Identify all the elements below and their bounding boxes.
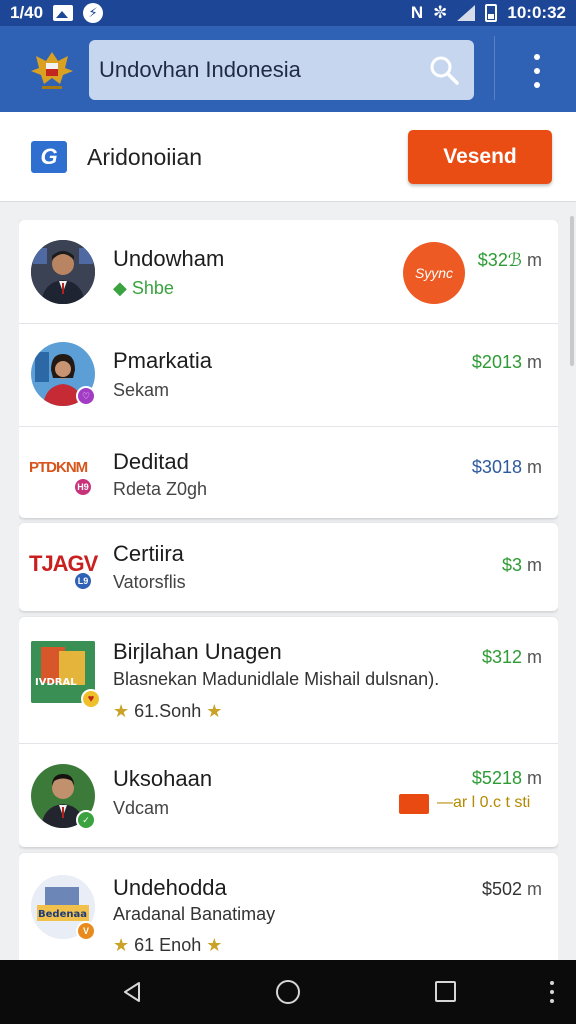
item-rating-text: 61.Sonh: [134, 701, 202, 721]
more-vert-icon[interactable]: [526, 54, 548, 88]
star-icon: ★: [113, 701, 130, 721]
app-bar-divider: [494, 36, 495, 100]
item-subtitle: Blasnekan Madunidlale Mishail dulsnan).: [113, 669, 440, 689]
item-rating-text: 61 Enoh: [134, 935, 202, 955]
item-price-value: $3: [501, 555, 522, 575]
list-item[interactable]: ♡ Pmarkatia Sekam $2013 m: [19, 324, 558, 426]
item-badge: H9: [73, 477, 93, 497]
item-subtitle: Vatorsflis: [113, 572, 186, 592]
item-price-unit: m: [527, 555, 542, 575]
item-price-value: $3018: [471, 457, 522, 477]
item-price: $3018 m: [472, 457, 542, 478]
subheader-title: Aridonoiian: [87, 144, 203, 170]
star-icon: ★: [206, 935, 223, 955]
item-price-unit: m: [527, 250, 542, 270]
list-card: Bedenaa V Undehodda Aradanal Banatimay ★…: [19, 853, 558, 960]
item-name: Certiira: [113, 541, 184, 566]
status-bar: 1/40 ⚡ N ✼ 10:0:32: [0, 0, 576, 26]
check-icon: ✓: [76, 810, 96, 830]
battery-icon: [485, 4, 498, 22]
vibrate-icon: ✼: [433, 3, 448, 22]
item-price: $312 m: [482, 647, 542, 668]
item-subtitle: Sekam: [113, 380, 170, 400]
item-price: $5218 m: [472, 768, 542, 789]
recents-icon[interactable]: [435, 981, 456, 1002]
item-name: Pmarkatia: [113, 348, 213, 373]
search-input[interactable]: Undovhan Indonesia: [89, 40, 474, 100]
g-icon: G: [31, 141, 67, 173]
list-item[interactable]: PTDKNM H9 Deditad Rdeta Z0gh $3018 m: [19, 427, 558, 518]
item-badge: ♡: [76, 386, 96, 406]
item-price-value: $502: [481, 879, 522, 899]
item-price-unit: m: [527, 352, 542, 372]
item-price: $502 m: [482, 879, 542, 900]
list-item[interactable]: IVDRAL ♥ Birjlahan Unagen Blasnekan Madu…: [19, 617, 558, 743]
list-card: IVDRAL ♥ Birjlahan Unagen Blasnekan Madu…: [19, 617, 558, 847]
item-name: Undowham: [113, 246, 225, 271]
status-time: 10:0:32: [507, 3, 566, 22]
svg-text:Bedenaa: Bedenaa: [38, 909, 87, 920]
emblem-icon: [26, 43, 78, 95]
nav-bar: [0, 960, 576, 1024]
item-name: Deditad: [113, 449, 189, 474]
more-icon[interactable]: [549, 981, 555, 1003]
item-price: $32ℬ m: [478, 250, 542, 271]
item-rating: ★ 61.Sonh ★: [113, 701, 222, 722]
nfc-icon: N: [410, 3, 424, 22]
subheader: G Aridonoiian Vesend: [0, 112, 576, 202]
item-price-value: $32ℬ: [477, 250, 522, 270]
app-bar: Undovhan Indonesia: [0, 26, 576, 112]
tag-icon: [399, 794, 429, 814]
item-subtitle: Vdcam: [113, 798, 170, 818]
item-price: $3 m: [502, 555, 542, 576]
list-item[interactable]: ✓ Uksohaan Vdcam $5218 m —ar l 0.c t sti: [19, 744, 558, 847]
signal-icon: [457, 5, 476, 21]
item-price-unit: m: [527, 647, 542, 667]
item-name: Undehodda: [113, 875, 227, 900]
list-card: TJAGV L9 Certiira Vatorsflis $3 m: [19, 523, 558, 611]
sync-badge[interactable]: Syync: [403, 242, 465, 304]
list-item[interactable]: Bedenaa V Undehodda Aradanal Banatimay ★…: [19, 853, 558, 960]
contact-list: Undowham ◆ Shbe Syync $32ℬ m ♡ Pmarkatia…: [19, 220, 558, 960]
item-price-unit: m: [527, 879, 542, 899]
list-item[interactable]: Undowham ◆ Shbe Syync $32ℬ m: [19, 220, 558, 324]
item-rating: ★ 61 Enoh ★: [113, 935, 222, 956]
search-value: Undovhan Indonesia: [99, 57, 301, 82]
item-price-value: $2013: [471, 352, 522, 372]
item-price: $2013 m: [472, 352, 542, 373]
item-subtitle: Rdeta Z0gh: [113, 479, 208, 499]
heart-icon: ♥: [81, 689, 101, 709]
brand-logo: PTDKNM: [29, 459, 88, 476]
home-icon[interactable]: [276, 980, 300, 1004]
star-icon: ★: [206, 701, 223, 721]
svg-text:IVDRAL: IVDRAL: [35, 677, 77, 688]
image-icon: [53, 5, 74, 21]
search-icon[interactable]: [428, 54, 460, 86]
list-item[interactable]: TJAGV L9 Certiira Vatorsflis $3 m: [19, 523, 558, 611]
item-price-value: $312: [481, 647, 522, 667]
item-price-unit: m: [527, 457, 542, 477]
item-name: Birjlahan Unagen: [113, 639, 282, 664]
scrollbar[interactable]: [570, 216, 574, 366]
back-icon[interactable]: [120, 980, 144, 1004]
send-button[interactable]: Vesend: [408, 130, 552, 184]
item-status: ◆ Shbe: [113, 278, 174, 298]
star-icon: ★: [113, 935, 130, 955]
item-price-unit: m: [527, 768, 542, 788]
status-left-text: 1/40: [10, 3, 44, 22]
bolt-icon: ⚡: [83, 3, 104, 23]
avatar: [31, 240, 95, 304]
item-price-value: $5218: [471, 768, 522, 788]
list-card: Undowham ◆ Shbe Syync $32ℬ m ♡ Pmarkatia…: [19, 220, 558, 518]
item-name: Uksohaan: [113, 766, 213, 791]
item-badge: L9: [73, 571, 93, 591]
item-subtitle: Aradanal Banatimay: [113, 904, 276, 924]
item-tag-text: —ar l 0.c t sti: [437, 794, 531, 811]
item-badge: V: [76, 921, 96, 941]
